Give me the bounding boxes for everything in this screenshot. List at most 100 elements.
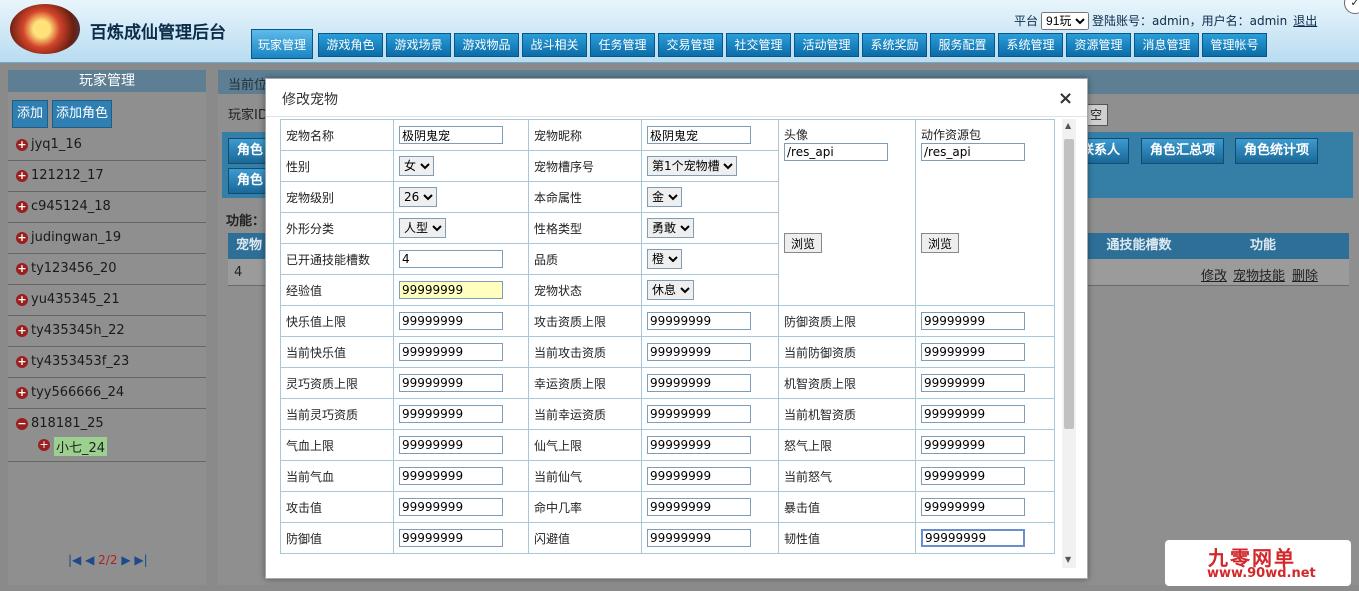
edit-link[interactable]: 修改 [1201, 265, 1227, 284]
tab-role-summary[interactable]: 角色汇总项 [1141, 138, 1225, 164]
scroll-thumb[interactable] [1064, 139, 1074, 429]
player-item[interactable]: + judingwan_19 [8, 223, 206, 254]
player-item[interactable]: +121212_17 [8, 161, 206, 192]
gender-select[interactable]: 女 [399, 156, 434, 176]
player-item[interactable]: + ty4353453f_23 [8, 347, 206, 378]
nav-system[interactable]: 系统管理 [998, 33, 1063, 57]
close-icon[interactable]: × [1058, 88, 1073, 109]
player-name[interactable]: c945124_18 [31, 199, 111, 214]
corner-button[interactable]: ✓ [1344, 0, 1359, 14]
pet-skill-link[interactable]: 宠物技能 [1233, 265, 1285, 284]
field-input[interactable] [647, 467, 751, 485]
field-input[interactable] [921, 343, 1025, 361]
expand-icon[interactable]: + [16, 263, 28, 275]
field-input[interactable] [647, 436, 751, 454]
expand-icon[interactable]: + [16, 201, 28, 213]
expand-icon[interactable]: + [38, 439, 50, 451]
state-select[interactable]: 休息 [647, 280, 694, 300]
expand-icon[interactable]: + [16, 356, 28, 368]
field-input[interactable] [399, 312, 503, 330]
element-select[interactable]: 金 [647, 187, 682, 207]
character-select[interactable]: 勇敢 [647, 218, 694, 238]
field-input[interactable] [647, 405, 751, 423]
field-input[interactable] [921, 436, 1025, 454]
field-input[interactable] [399, 374, 503, 392]
field-input[interactable] [399, 467, 503, 485]
player-item[interactable]: + tyy566666_24 [8, 378, 206, 409]
level-select[interactable]: 26 [399, 187, 437, 207]
avatar-input[interactable] [784, 143, 888, 161]
field-input[interactable] [647, 529, 751, 547]
field-input[interactable] [647, 498, 751, 516]
next-page-icon[interactable]: ▶ [121, 553, 130, 567]
field-input[interactable] [647, 374, 751, 392]
nav-battle[interactable]: 战斗相关 [522, 33, 587, 57]
player-name[interactable]: yu435345_21 [31, 292, 120, 307]
player-item[interactable]: + ty123456_20 [8, 254, 206, 285]
delete-link[interactable]: 删除 [1292, 265, 1318, 284]
nav-social[interactable]: 社交管理 [726, 33, 791, 57]
player-name[interactable]: 818181_25 [31, 416, 104, 431]
nav-messages[interactable]: 消息管理 [1134, 33, 1199, 57]
field-input[interactable] [921, 312, 1025, 330]
collapse-icon[interactable]: − [16, 418, 28, 430]
player-item[interactable]: + c945124_18 [8, 192, 206, 223]
field-input[interactable] [647, 343, 751, 361]
player-name[interactable]: 121212_17 [31, 168, 104, 183]
add-role-button[interactable]: 添加角色 [52, 100, 112, 128]
player-item[interactable]: + yu435345_21 [8, 285, 206, 316]
nav-service-config[interactable]: 服务配置 [930, 33, 995, 57]
field-input[interactable] [921, 498, 1025, 516]
nickname-input[interactable] [647, 126, 751, 144]
expand-icon[interactable]: + [16, 294, 28, 306]
first-page-icon[interactable]: |◀ [68, 553, 81, 567]
field-input[interactable] [399, 343, 503, 361]
skill-slots-input[interactable] [399, 250, 503, 268]
field-input[interactable] [647, 312, 751, 330]
nav-admin-accounts[interactable]: 管理帐号 [1202, 33, 1267, 57]
player-name[interactable]: ty4353453f_23 [31, 354, 129, 369]
dialog-scrollbar[interactable]: ▲ ▼ [1062, 119, 1076, 568]
player-name[interactable]: ty123456_20 [31, 261, 116, 276]
field-input[interactable] [921, 467, 1025, 485]
action-pack-browse-button[interactable]: 浏览 [921, 233, 960, 253]
scroll-down-icon[interactable]: ▼ [1065, 555, 1071, 564]
tab-role-stats[interactable]: 角色统计项 [1235, 138, 1319, 164]
field-input[interactable] [399, 529, 503, 547]
nav-trade[interactable]: 交易管理 [658, 33, 723, 57]
field-input[interactable] [921, 405, 1025, 423]
pet-name-input[interactable] [399, 126, 503, 144]
player-item[interactable]: + ty435345h_22 [8, 316, 206, 347]
field-input[interactable] [399, 498, 503, 516]
field-input[interactable] [921, 374, 1025, 392]
nav-rewards[interactable]: 系统奖励 [862, 33, 927, 57]
logout-link[interactable]: 退出 [1293, 14, 1317, 28]
avatar-browse-button[interactable]: 浏览 [784, 233, 823, 253]
slot-select[interactable]: 第1个宠物槽 [647, 156, 737, 176]
action-pack-input[interactable] [921, 143, 1025, 161]
nav-tasks[interactable]: 任务管理 [590, 33, 655, 57]
field-input[interactable] [399, 436, 503, 454]
nav-events[interactable]: 活动管理 [794, 33, 859, 57]
player-name[interactable]: judingwan_19 [31, 230, 121, 245]
field-input[interactable] [921, 529, 1025, 547]
expand-icon[interactable]: + [16, 387, 28, 399]
shape-select[interactable]: 人型 [399, 218, 446, 238]
quality-select[interactable]: 橙 [647, 249, 682, 269]
expand-icon[interactable]: + [16, 170, 28, 182]
nav-game-roles[interactable]: 游戏角色 [318, 33, 383, 57]
platform-select[interactable]: 91玩 [1041, 12, 1090, 30]
player-item[interactable]: + jyq1_16 [8, 130, 206, 161]
nav-resources[interactable]: 资源管理 [1066, 33, 1131, 57]
expand-icon[interactable]: + [16, 325, 28, 337]
scroll-up-icon[interactable]: ▲ [1065, 121, 1071, 130]
nav-player-management[interactable]: 玩家管理 [251, 29, 313, 59]
player-name[interactable]: tyy566666_24 [31, 385, 124, 400]
pet-name[interactable]: 小七_24 [54, 437, 108, 456]
add-button[interactable]: 添加 [12, 100, 48, 128]
expand-icon[interactable]: + [16, 139, 28, 151]
field-input[interactable] [399, 405, 503, 423]
last-page-icon[interactable]: ▶| [134, 553, 147, 567]
prev-page-icon[interactable]: ◀ [85, 553, 94, 567]
player-name[interactable]: ty435345h_22 [31, 323, 125, 338]
